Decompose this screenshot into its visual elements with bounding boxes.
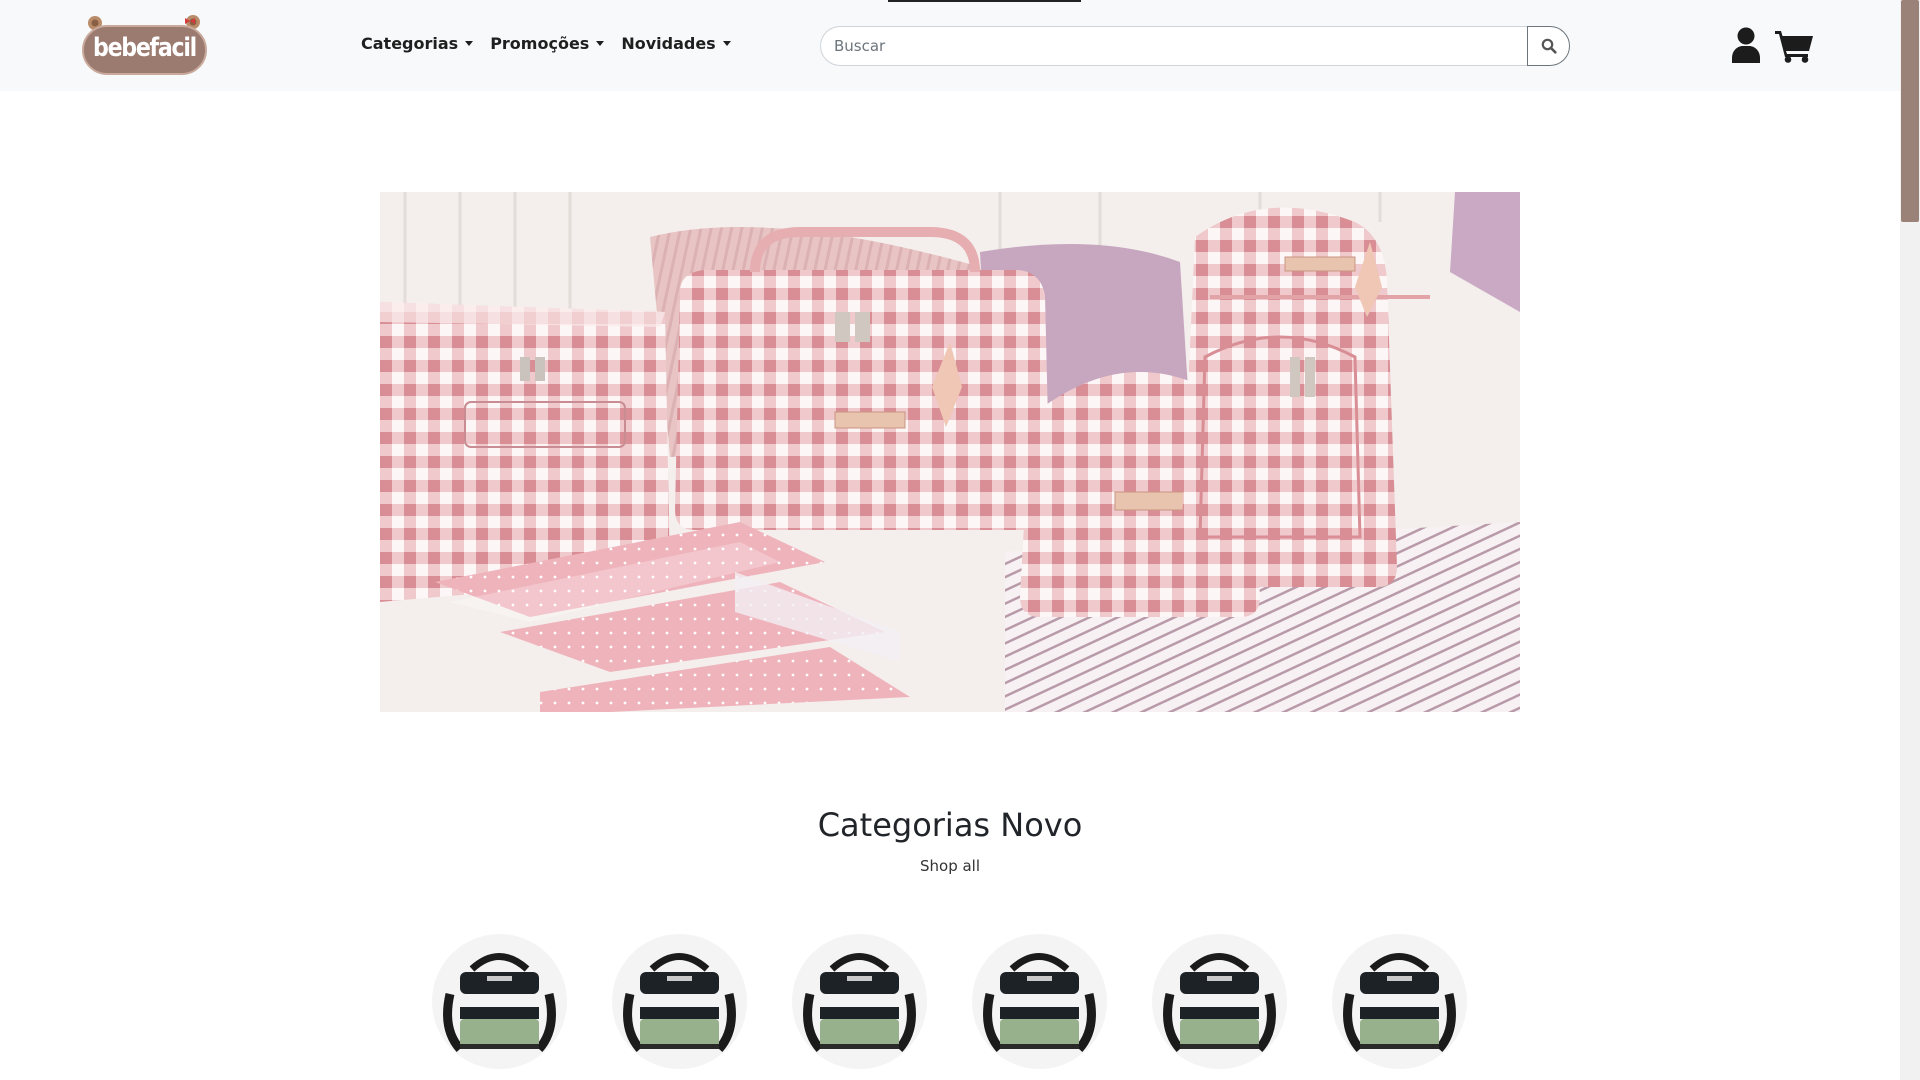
category-item[interactable] — [972, 934, 1107, 1069]
category-bag-image — [443, 953, 556, 1053]
category-bag-image — [1343, 953, 1456, 1053]
shop-all-link[interactable]: Shop all — [0, 857, 1900, 875]
nav-novidades-dropdown[interactable]: Novidades — [621, 34, 731, 53]
page-scrollbar[interactable] — [1900, 0, 1920, 1080]
hero-banner-image[interactable] — [380, 192, 1520, 712]
categories-section-title: Categorias Novo — [817, 806, 1083, 844]
chevron-down-icon — [596, 41, 605, 46]
main-navigation: Categorias Promoções Novidades — [361, 34, 731, 53]
category-item[interactable] — [1152, 934, 1287, 1069]
nav-categorias-label: Categorias — [361, 34, 459, 53]
logo-text: bebefacil — [93, 33, 197, 63]
top-navbar: bebefacil Categorias Promoções Novidades — [0, 0, 1900, 91]
category-bag-image — [1163, 953, 1276, 1053]
category-item[interactable] — [1332, 934, 1467, 1069]
category-item[interactable] — [612, 934, 747, 1069]
category-item[interactable] — [432, 934, 567, 1069]
search-button[interactable] — [1527, 26, 1570, 66]
category-bag-image — [623, 953, 736, 1053]
scrollbar-thumb[interactable] — [1901, 0, 1919, 222]
nav-categorias-dropdown[interactable]: Categorias — [361, 34, 474, 53]
category-bag-image — [983, 953, 1096, 1053]
page-loading-indicator — [888, 0, 1081, 2]
chevron-down-icon — [722, 41, 731, 46]
search-form — [820, 26, 1571, 66]
user-account-icon[interactable] — [1731, 27, 1761, 63]
category-item[interactable] — [792, 934, 927, 1069]
search-icon — [1541, 38, 1557, 54]
category-list — [432, 934, 1467, 1069]
search-input[interactable] — [820, 26, 1527, 66]
nav-promocoes-label: Promoções — [490, 34, 590, 53]
shopping-cart-icon[interactable] — [1775, 28, 1814, 63]
nav-novidades-label: Novidades — [621, 34, 716, 53]
chevron-down-icon — [465, 41, 474, 46]
nav-promocoes-dropdown[interactable]: Promoções — [490, 34, 605, 53]
brand-logo[interactable]: bebefacil — [81, 14, 208, 76]
category-bag-image — [803, 953, 916, 1053]
